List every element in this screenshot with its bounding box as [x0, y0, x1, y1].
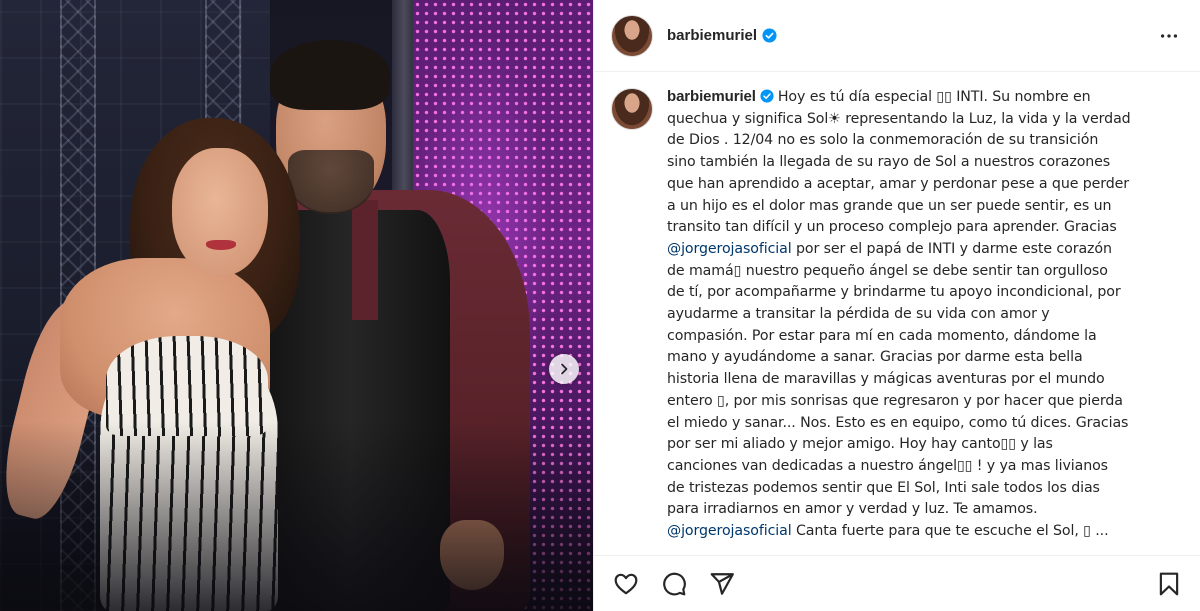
bookmark-icon	[1159, 572, 1179, 595]
instagram-post: barbiemuriel barbiemuriel Hoy es tú día e…	[0, 0, 1200, 611]
like-button[interactable]	[612, 570, 640, 598]
post-actions	[594, 555, 1200, 611]
caption-line-text: por ser el papá de INTI y darme este cor…	[795, 240, 1112, 257]
heart-icon	[614, 573, 638, 594]
caption-line: @jorgerojasoficial Canta fuerte para que…	[667, 521, 1167, 543]
post-side-panel: barbiemuriel barbiemuriel Hoy es tú día e…	[593, 0, 1200, 611]
verified-badge-icon	[762, 28, 777, 43]
caption-line-text: Hoy es tú día especial ▯▯ INTI. Su nombr…	[777, 89, 1091, 105]
caption-line: de tí, por acompañarme y brindarme tu ap…	[667, 284, 1121, 301]
man-hair	[270, 40, 390, 110]
caption-line: transito tan difícil y un proceso comple…	[667, 219, 1117, 236]
verified-badge-icon	[760, 89, 774, 103]
post-header: barbiemuriel	[594, 0, 1200, 72]
caption-line: compasión. Por estar para mí en cada mom…	[667, 327, 1097, 344]
more-options-icon	[1160, 34, 1178, 38]
woman-lips	[206, 240, 236, 250]
floor-shadow	[0, 421, 593, 611]
caption-line-text: Canta fuerte para que te escuche el Sol,…	[795, 523, 1109, 540]
post-photo	[0, 0, 593, 611]
caption-line: de tristezas podemos sentir que El Sol, …	[667, 479, 1100, 496]
caption-line: historia llena de maravillas y mágicas a…	[667, 371, 1105, 388]
mention-link[interactable]: @jorgerojasoficial	[667, 241, 792, 257]
caption-line: por ser mi aliado y mejor amigo. Hoy hay…	[667, 436, 1053, 453]
avatar[interactable]	[611, 88, 653, 130]
caption-line: de mamá▯ nuestro pequeño ángel se debe s…	[667, 262, 1108, 279]
chevron-right-icon	[561, 363, 568, 375]
caption-line: para irradiarnos en amor y verdad y luz.…	[667, 501, 1038, 518]
caption-line: a un hijo es el dolor mas grande que un …	[667, 197, 1112, 214]
avatar[interactable]	[611, 14, 653, 57]
caption-line: sino también la llegada de su rayo de So…	[667, 154, 1111, 171]
caption-line: mano y ayudándome a sanar. Gracias por d…	[667, 349, 1083, 366]
comment-button[interactable]	[660, 570, 688, 598]
caption-line: quechua y significa Sol☀ representando l…	[667, 110, 1131, 127]
caption-text: barbiemuriel Hoy es tú día especial ▯▯ IN…	[667, 86, 1167, 546]
caption: barbiemuriel Hoy es tú día especial ▯▯ IN…	[611, 86, 1191, 546]
comment-icon	[663, 572, 686, 595]
caption-line: que han aprendido a aceptar, amar y perd…	[667, 175, 1130, 192]
caption-username[interactable]: barbiemuriel	[667, 88, 756, 105]
caption-line: entero ▯, por mis sonrisas que regresaro…	[667, 392, 1123, 409]
post-username[interactable]: barbiemuriel	[667, 27, 757, 44]
caption-line: de Dios . 12/04 no es solo la conmemorac…	[667, 132, 1099, 149]
caption-line: canciones van dedicadas a nuestro ángel▯…	[667, 457, 1108, 474]
share-icon	[710, 572, 734, 595]
caption-line: @jorgerojasoficial por ser el papá de IN…	[667, 239, 1167, 261]
caption-line: el miedo y sanar... Nos. Esto es en equi…	[667, 414, 1129, 431]
mention-link[interactable]: @jorgerojasoficial	[667, 523, 792, 539]
man-collar	[352, 200, 378, 320]
caption-line: ayudarme a transitar la pérdida de su vi…	[667, 306, 1050, 323]
more-options-button[interactable]	[1157, 24, 1181, 48]
man-beard	[288, 150, 374, 214]
woman-face	[172, 148, 268, 276]
share-button[interactable]	[708, 570, 736, 598]
caption-line: barbiemuriel Hoy es tú día especial ▯▯ IN…	[667, 86, 1167, 109]
save-button[interactable]	[1155, 570, 1183, 598]
carousel-next-button[interactable]	[549, 354, 579, 384]
